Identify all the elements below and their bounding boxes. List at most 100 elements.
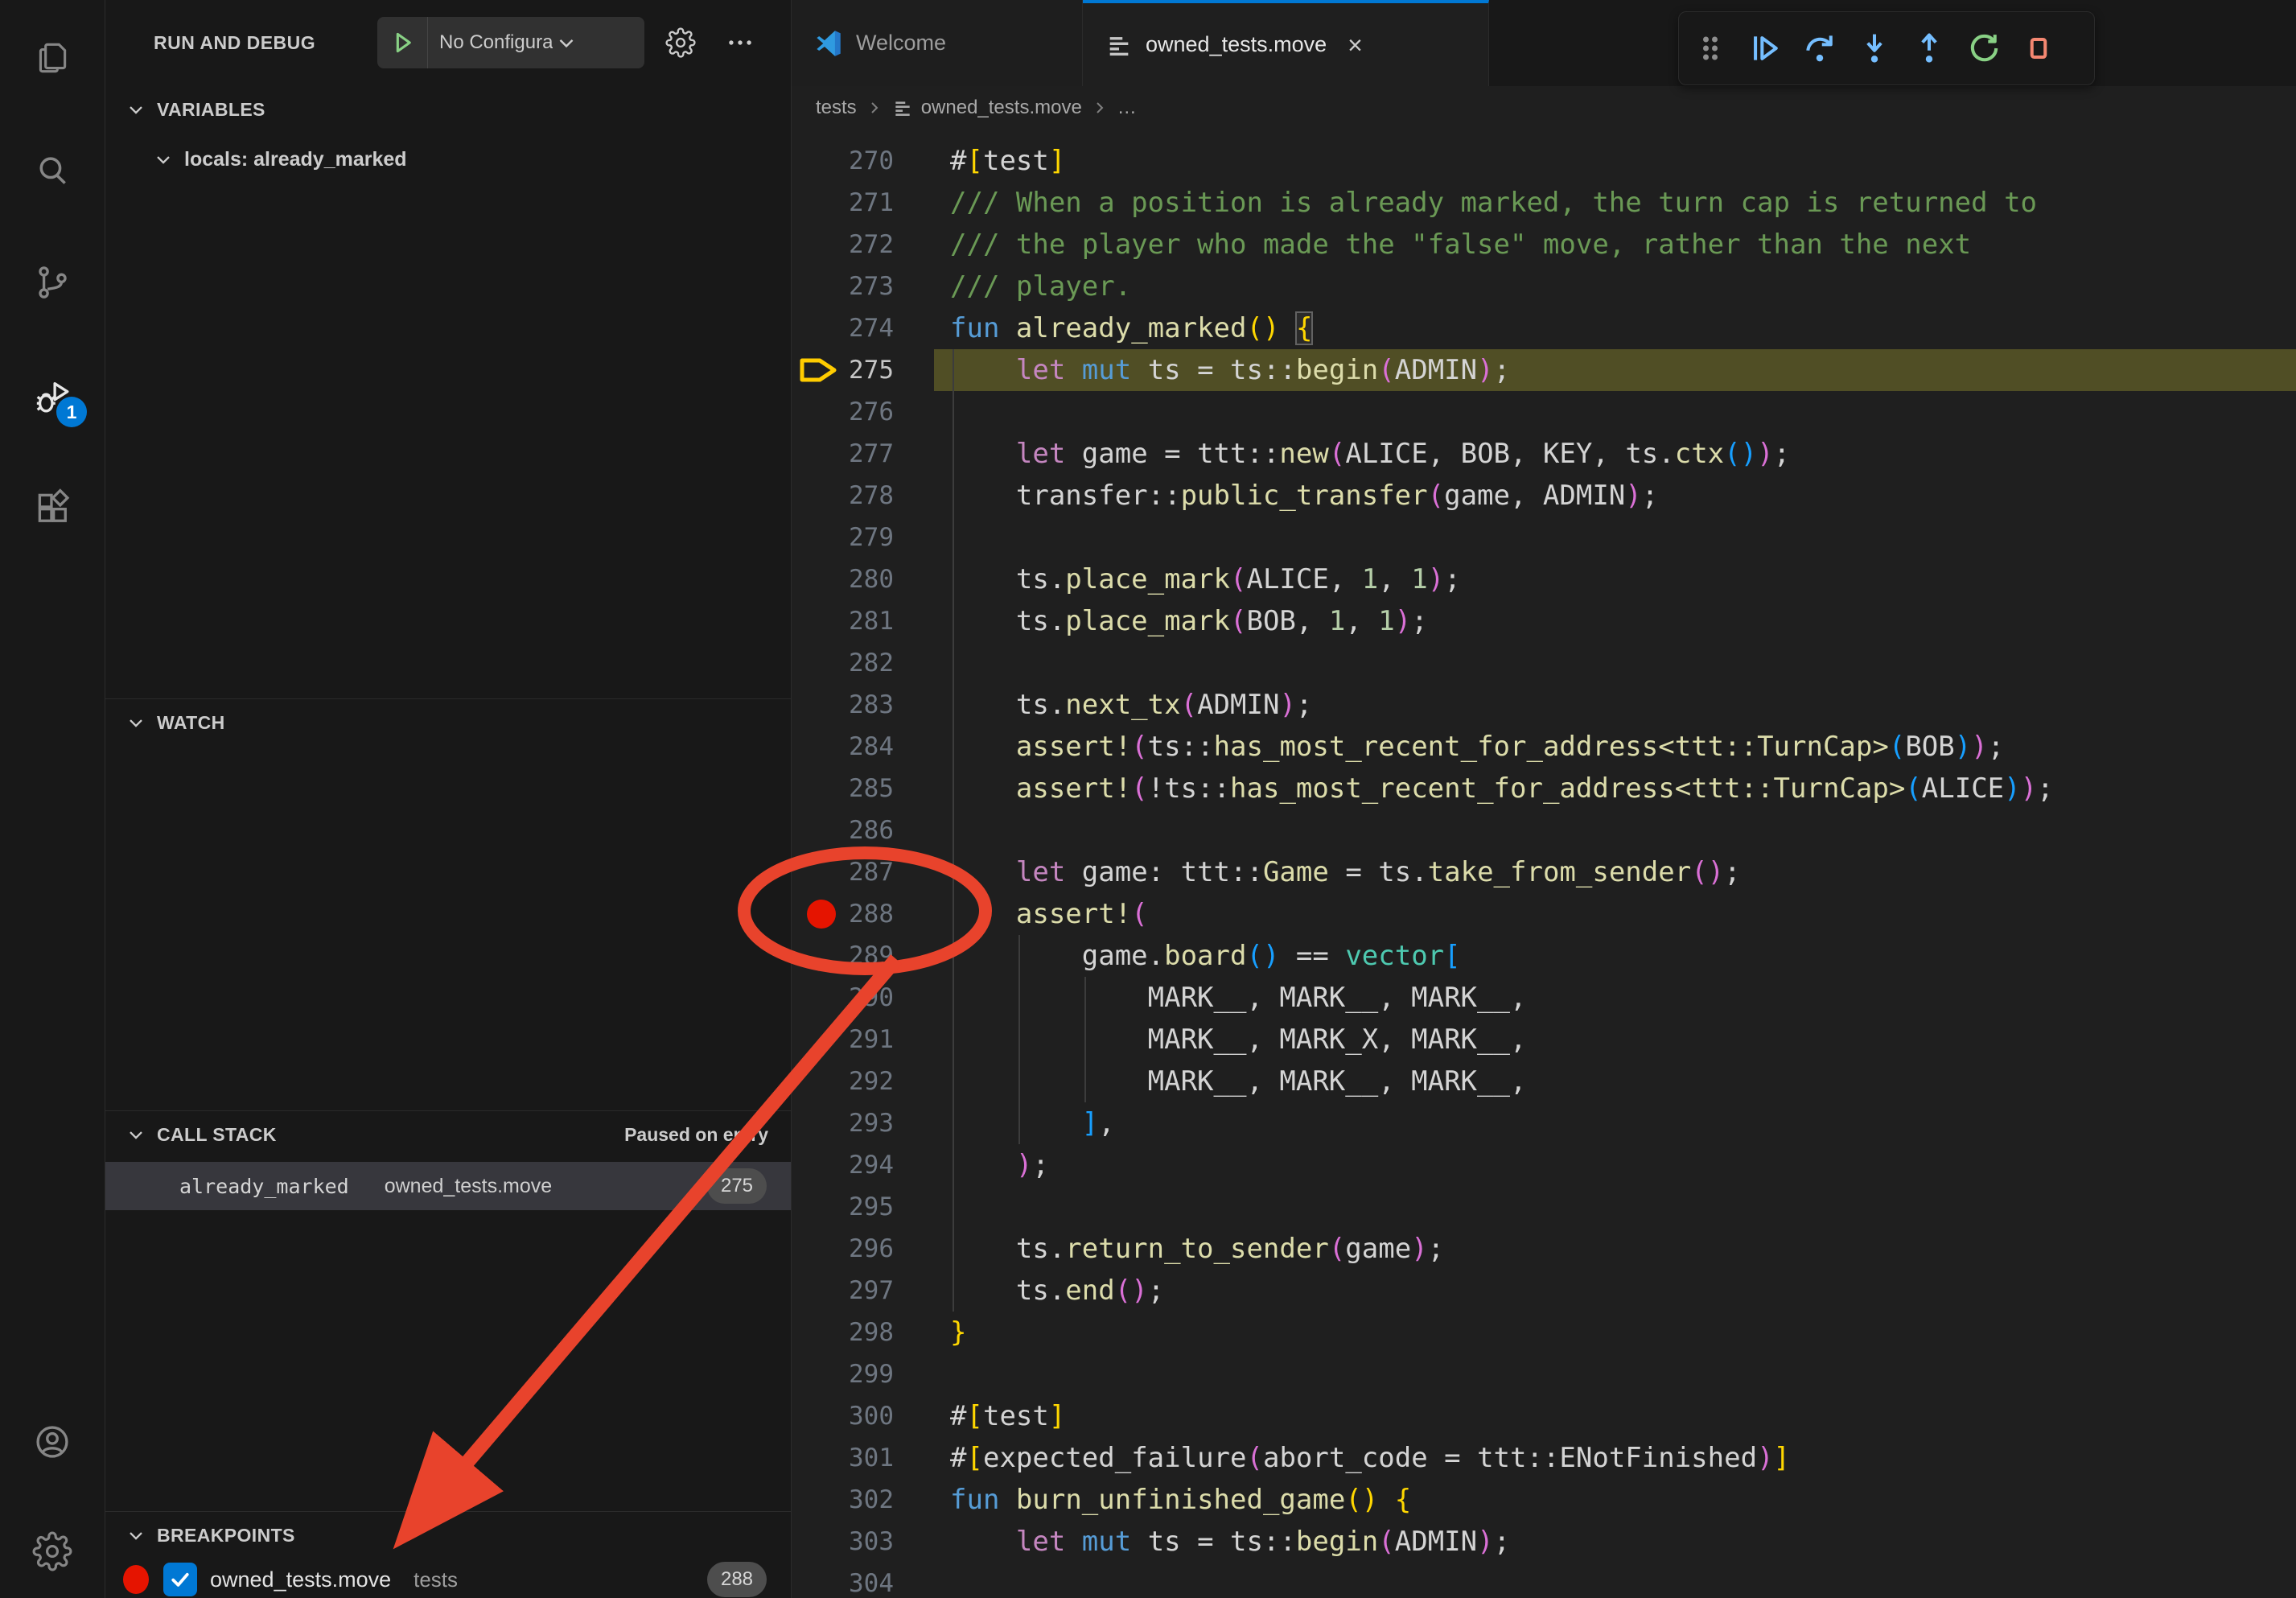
gutter-margin[interactable] — [792, 475, 837, 517]
code-text[interactable]: } — [950, 1312, 966, 1353]
line-number[interactable]: 291 — [837, 1025, 894, 1054]
code-text[interactable]: MARK__, MARK__, MARK__, — [950, 977, 1526, 1019]
line-number[interactable]: 297 — [837, 1276, 894, 1305]
code-line-296[interactable]: 296 ts.return_to_sender(game); — [792, 1228, 2296, 1270]
line-number[interactable]: 272 — [837, 230, 894, 259]
line-number[interactable]: 304 — [837, 1569, 894, 1598]
code-text[interactable]: transfer::public_transfer(game, ADMIN); — [950, 475, 1658, 517]
code-text[interactable]: #[expected_failure(abort_code = ttt::ENo… — [950, 1437, 1790, 1479]
step-out-icon[interactable] — [1906, 20, 1952, 76]
line-number[interactable]: 295 — [837, 1192, 894, 1221]
run-and-debug-icon[interactable]: 1 — [0, 368, 105, 429]
line-number[interactable]: 288 — [837, 900, 894, 929]
line-number[interactable]: 293 — [837, 1109, 894, 1138]
code-text[interactable]: ], — [950, 1102, 1115, 1144]
code-line-292[interactable]: 292 MARK__, MARK__, MARK__, — [792, 1061, 2296, 1102]
breakpoint-gutter[interactable] — [792, 893, 837, 935]
code-line-302[interactable]: 302fun burn_unfinished_game() { — [792, 1479, 2296, 1521]
line-number[interactable]: 286 — [837, 816, 894, 845]
code-line-278[interactable]: 278 transfer::public_transfer(game, ADMI… — [792, 475, 2296, 517]
code-text[interactable]: #[test] — [950, 1395, 1065, 1437]
line-number[interactable]: 278 — [837, 481, 894, 510]
code-text[interactable]: assert!(!ts::has_most_recent_for_address… — [950, 768, 2054, 809]
breakpoint-dot[interactable] — [807, 900, 836, 929]
line-number[interactable]: 274 — [837, 314, 894, 343]
code-line-287[interactable]: 287 let game: ttt::Game = ts.take_from_s… — [792, 851, 2296, 893]
code-text[interactable]: /// the player who made the "false" move… — [950, 224, 1971, 266]
close-icon[interactable]: × — [1348, 32, 1363, 58]
breadcrumb-folder[interactable]: tests — [816, 97, 857, 119]
breadcrumb-symbol[interactable]: … — [1117, 97, 1137, 119]
gutter-margin[interactable] — [792, 224, 837, 266]
code-line-286[interactable]: 286 — [792, 809, 2296, 851]
watch-section-header[interactable]: WATCH — [105, 703, 791, 742]
gutter-margin[interactable] — [792, 684, 837, 726]
code-text[interactable]: assert!( — [950, 893, 1148, 935]
line-number[interactable]: 287 — [837, 858, 894, 887]
gutter-margin[interactable] — [792, 391, 837, 433]
search-icon[interactable] — [0, 141, 105, 202]
breakpoints-section-header[interactable]: BREAKPOINTS — [105, 1516, 791, 1555]
line-number[interactable]: 285 — [837, 774, 894, 803]
explorer-icon[interactable] — [0, 27, 105, 89]
gutter-margin[interactable] — [792, 1270, 837, 1312]
code-line-274[interactable]: 274 fun already_marked() { — [792, 307, 2296, 349]
tab-owned-tests-move[interactable]: owned_tests.move × — [1083, 0, 1489, 86]
line-number[interactable]: 277 — [837, 439, 894, 468]
code-text[interactable]: ); — [950, 1144, 1049, 1186]
line-number[interactable]: 296 — [837, 1234, 894, 1263]
code-text[interactable]: /// player. — [950, 266, 1131, 307]
step-into-icon[interactable] — [1851, 20, 1898, 76]
gutter-margin[interactable] — [792, 1563, 837, 1598]
continue-icon[interactable] — [1742, 20, 1788, 76]
line-number[interactable]: 303 — [837, 1527, 894, 1556]
code-line-303[interactable]: 303 let mut ts = ts::begin(ADMIN); — [792, 1521, 2296, 1563]
line-number[interactable]: 276 — [837, 397, 894, 426]
code-line-284[interactable]: 284 assert!(ts::has_most_recent_for_addr… — [792, 726, 2296, 768]
line-number[interactable]: 294 — [837, 1151, 894, 1180]
code-line-271[interactable]: 271 /// When a position is already marked… — [792, 182, 2296, 224]
gutter-margin[interactable] — [792, 642, 837, 684]
code-text[interactable]: fun already_marked() { — [950, 307, 1312, 349]
code-text[interactable]: MARK__, MARK__, MARK__, — [950, 1061, 1526, 1102]
line-number[interactable]: 283 — [837, 690, 894, 719]
debug-settings-gear-icon[interactable] — [662, 24, 699, 61]
code-text[interactable]: let mut ts = ts::begin(ADMIN); — [950, 1521, 1510, 1563]
gutter-margin[interactable] — [792, 851, 837, 893]
code-line-281[interactable]: 281 ts.place_mark(BOB, 1, 1); — [792, 600, 2296, 642]
code-line-293[interactable]: 293 ], — [792, 1102, 2296, 1144]
settings-gear-icon[interactable] — [0, 1521, 105, 1582]
more-actions-icon[interactable] — [722, 24, 759, 61]
code-text[interactable]: ts.next_tx(ADMIN); — [950, 684, 1312, 726]
gutter-margin[interactable] — [792, 1353, 837, 1395]
line-number[interactable]: 279 — [837, 523, 894, 552]
line-number[interactable]: 290 — [837, 983, 894, 1012]
line-number[interactable]: 298 — [837, 1318, 894, 1347]
source-control-icon[interactable] — [0, 252, 105, 313]
gutter-margin[interactable] — [792, 1061, 837, 1102]
code-text[interactable]: fun burn_unfinished_game() { — [950, 1479, 1411, 1521]
gutter-margin[interactable] — [792, 266, 837, 307]
code-line-282[interactable]: 282 — [792, 642, 2296, 684]
line-number[interactable]: 292 — [837, 1067, 894, 1096]
line-number[interactable]: 281 — [837, 607, 894, 636]
code-line-298[interactable]: 298} — [792, 1312, 2296, 1353]
start-debug-icon[interactable] — [377, 17, 428, 68]
code-text[interactable]: /// When a position is already marked, t… — [950, 182, 2037, 224]
code-line-270[interactable]: 270 #[test] — [792, 140, 2296, 182]
line-number[interactable]: 270 — [837, 146, 894, 175]
call-stack-section-header[interactable]: CALL STACK Paused on entry — [105, 1115, 791, 1154]
gutter-margin[interactable] — [792, 1144, 837, 1186]
code-text[interactable]: #[test] — [950, 140, 1065, 182]
breakpoint-list-item[interactable]: owned_tests.move tests 288 — [105, 1559, 791, 1598]
line-number[interactable]: 284 — [837, 732, 894, 761]
code-text[interactable]: let game: ttt::Game = ts.take_from_sende… — [950, 851, 1741, 893]
line-number[interactable]: 271 — [837, 188, 894, 217]
config-dropdown-label[interactable]: No Configura — [439, 31, 553, 54]
code-line-289[interactable]: 289 game.board() == vector[ — [792, 935, 2296, 977]
code-text[interactable]: ts.end(); — [950, 1270, 1164, 1312]
code-line-273[interactable]: 273/// player. — [792, 266, 2296, 307]
gutter-margin[interactable] — [792, 1312, 837, 1353]
code-line-277[interactable]: 277 let game = ttt::new(ALICE, BOB, KEY,… — [792, 433, 2296, 475]
gutter-margin[interactable] — [792, 977, 837, 1019]
